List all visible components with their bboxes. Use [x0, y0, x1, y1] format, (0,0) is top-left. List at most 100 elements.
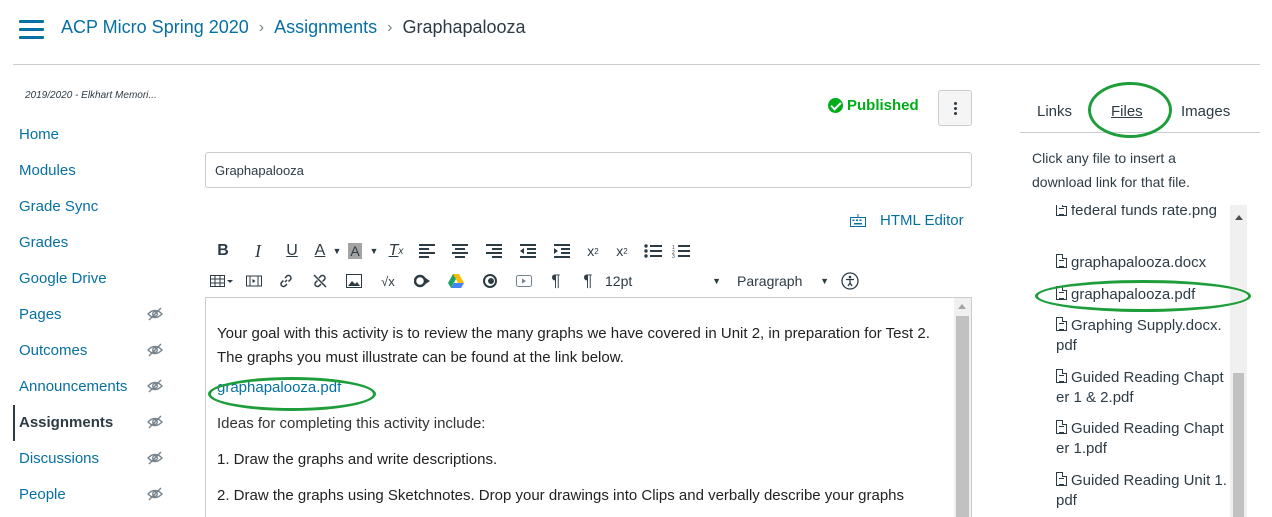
italic-icon[interactable]: I [241, 238, 275, 264]
nav-item-announcements[interactable]: Announcements [13, 369, 173, 405]
unlink-icon[interactable] [303, 268, 337, 294]
file-item[interactable]: graphapalooza.pdf [1056, 285, 1228, 305]
file-item[interactable]: graphapalooza.docx [1056, 253, 1228, 273]
file-icon [1056, 420, 1067, 434]
file-icon [1056, 369, 1067, 383]
editor-toolbar-row-2: √x ¶ ¶ 12pt ▼ Paragraph ▼ [205, 268, 871, 294]
lti-tool-icon[interactable] [405, 268, 439, 294]
breadcrumb-current: Graphapalooza [402, 17, 526, 37]
nav-label: Outcomes [19, 342, 88, 359]
nav-label: Google Drive [19, 270, 107, 287]
nav-item-modules[interactable]: Modules [13, 153, 173, 189]
block-format-value: Paragraph [737, 273, 803, 289]
equation-icon[interactable]: √x [371, 268, 405, 294]
nav-item-assignments[interactable]: Assignments [13, 405, 173, 441]
assignment-title-input[interactable] [205, 152, 972, 188]
align-left-icon[interactable] [411, 238, 443, 264]
breadcrumb: ACP Micro Spring 2020 › Assignments › Gr… [61, 17, 526, 38]
underline-icon[interactable]: U [275, 238, 309, 264]
more-options-button[interactable] [938, 90, 972, 126]
graphapalooza-pdf-link[interactable]: graphapalooza.pdf [217, 379, 341, 396]
table-icon[interactable] [205, 268, 239, 294]
link-icon[interactable] [269, 268, 303, 294]
bold-icon[interactable]: B [205, 238, 241, 264]
text-color-dropdown-icon[interactable]: ▼ [331, 238, 343, 264]
background-color-dropdown-icon[interactable]: ▼ [367, 238, 381, 264]
html-editor-link[interactable]: HTML Editor [850, 212, 964, 229]
subscript-icon[interactable]: x2 [607, 238, 637, 264]
accessibility-checker-icon[interactable] [829, 268, 871, 294]
nav-item-pages[interactable]: Pages [13, 297, 173, 333]
indent-icon[interactable] [545, 238, 579, 264]
google-drive-icon[interactable] [439, 268, 473, 294]
numbered-list-icon[interactable]: 123 [669, 238, 693, 264]
chevron-down-icon: ▼ [820, 276, 829, 286]
nav-item-google-drive[interactable]: Google Drive [13, 261, 173, 297]
nav-item-home[interactable]: Home [13, 117, 173, 153]
tab-links[interactable]: Links [1037, 103, 1072, 120]
scroll-up-arrow-icon[interactable] [1235, 215, 1243, 220]
ltitool-swirl-icon[interactable] [473, 268, 507, 294]
editor-content[interactable]: Your goal with this activity is to revie… [217, 322, 947, 517]
nav-item-discussions[interactable]: Discussions [13, 441, 173, 477]
ltr-direction-icon[interactable]: ¶ [541, 268, 571, 294]
breadcrumb-separator-icon: › [258, 18, 265, 36]
align-center-icon[interactable] [443, 238, 477, 264]
rich-content-editor[interactable]: Your goal with this activity is to revie… [205, 297, 972, 517]
published-label: Published [847, 97, 919, 114]
scroll-thumb[interactable] [1233, 373, 1244, 517]
idea-item-1: 1. Draw the graphs and write description… [217, 451, 498, 468]
file-item[interactable]: federal funds rate.png [1056, 205, 1228, 221]
published-status[interactable]: Published [828, 97, 919, 114]
file-icon [1056, 317, 1067, 331]
outdent-icon[interactable] [511, 238, 545, 264]
align-right-icon[interactable] [477, 238, 511, 264]
content-tabs: Links Files Images [1020, 95, 1260, 133]
clear-formatting-icon[interactable]: Tx [381, 238, 411, 264]
check-circle-icon [828, 98, 843, 113]
embed-video-icon[interactable] [507, 268, 541, 294]
file-item[interactable]: Guided Reading Unit 1.pdf [1056, 471, 1228, 511]
svg-text:3: 3 [672, 254, 675, 258]
superscript-icon[interactable]: x2 [579, 238, 607, 264]
nav-item-grades[interactable]: Grades [13, 225, 173, 261]
image-icon[interactable] [337, 268, 371, 294]
nav-item-people[interactable]: People [13, 477, 173, 513]
chevron-down-icon: ▼ [712, 276, 721, 286]
file-item[interactable]: Guided Reading Chapter 1.pdf [1056, 419, 1228, 459]
bullet-list-icon[interactable] [637, 238, 669, 264]
background-color-icon[interactable]: A [343, 238, 367, 264]
file-name: graphapalooza.docx [1071, 254, 1207, 271]
nav-item-outcomes[interactable]: Outcomes [13, 333, 173, 369]
scroll-thumb[interactable] [956, 316, 969, 517]
rtl-direction-icon[interactable]: ¶ [571, 268, 605, 294]
nav-label: Modules [19, 162, 76, 179]
nav-item-grade-sync[interactable]: Grade Sync [13, 189, 173, 225]
editor-scrollbar[interactable] [954, 298, 971, 517]
html-editor-label: HTML Editor [880, 212, 964, 229]
hamburger-menu-icon[interactable] [19, 20, 44, 40]
file-icon [1056, 254, 1067, 268]
breadcrumb-course[interactable]: ACP Micro Spring 2020 [61, 17, 249, 38]
hidden-eye-icon [147, 487, 163, 501]
file-item[interactable]: Graphing Supply.docx.pdf [1056, 316, 1228, 356]
hidden-eye-icon [147, 343, 163, 357]
file-name: federal funds rate.png [1071, 205, 1217, 219]
font-size-select[interactable]: 12pt ▼ [605, 268, 725, 294]
nav-label: Assignments [19, 414, 114, 431]
media-icon[interactable] [239, 268, 269, 294]
text-color-icon[interactable]: A [309, 238, 331, 264]
content-link-paragraph: graphapalooza.pdf [217, 376, 947, 400]
tab-images[interactable]: Images [1181, 103, 1230, 120]
scroll-up-arrow-icon[interactable] [958, 304, 966, 309]
tab-files[interactable]: Files [1111, 103, 1143, 120]
file-icon [1056, 205, 1067, 216]
breadcrumb-assignments[interactable]: Assignments [274, 17, 377, 38]
file-list-scrollbar[interactable] [1230, 205, 1247, 517]
block-format-select[interactable]: Paragraph ▼ [725, 268, 829, 294]
editor-toolbar-row-1: B I U A ▼ A ▼ Tx x2 x2 123 [205, 238, 693, 264]
hidden-eye-icon [147, 451, 163, 465]
file-name: Guided Reading Chapter 1 & 2.pdf [1056, 369, 1224, 406]
top-bar: ACP Micro Spring 2020 › Assignments › Gr… [0, 0, 1272, 64]
file-item[interactable]: Guided Reading Chapter 1 & 2.pdf [1056, 368, 1228, 408]
